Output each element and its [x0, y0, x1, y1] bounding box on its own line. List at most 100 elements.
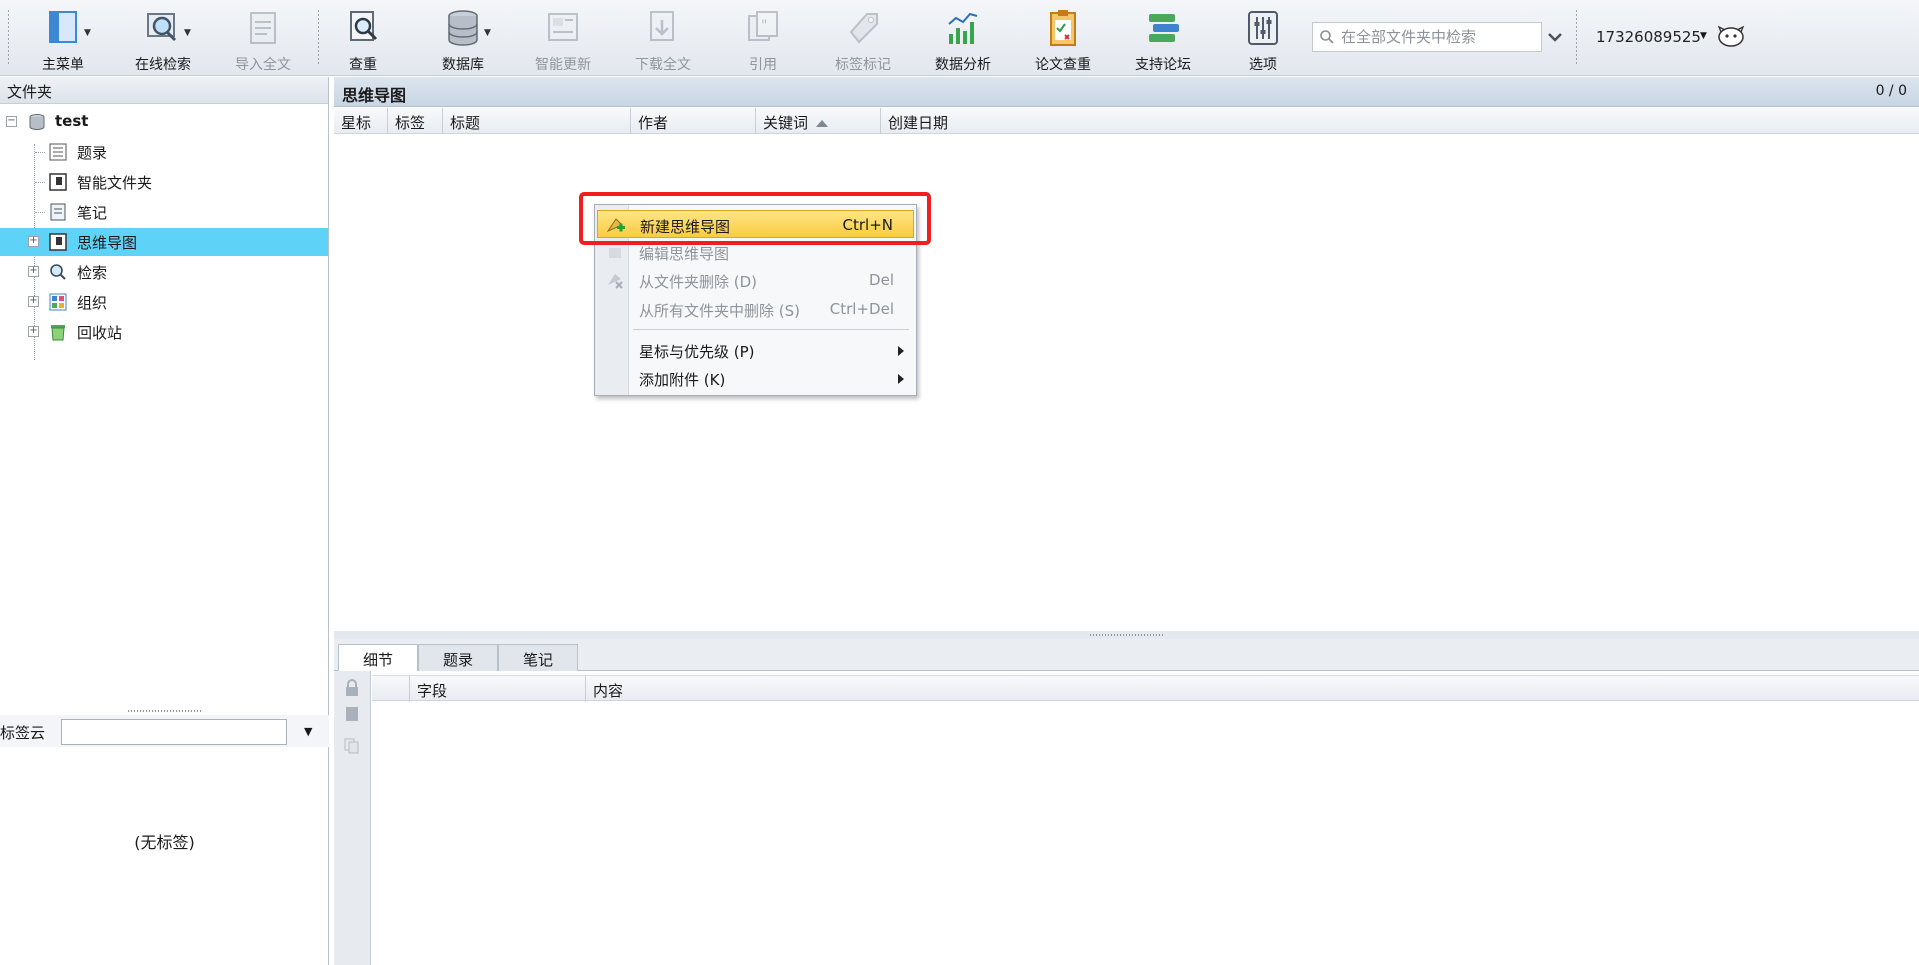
tree-item-recycle-bin[interactable]: + 回收站	[0, 318, 328, 346]
column-star[interactable]: 星标	[334, 108, 388, 134]
smart-update-button[interactable]: 智能更新	[518, 6, 608, 73]
submenu-arrow-icon	[898, 374, 904, 384]
support-forum-button[interactable]: 支持论坛	[1118, 6, 1208, 73]
support-forum-icon	[1149, 14, 1179, 42]
tab-notes[interactable]: 笔记	[498, 644, 578, 671]
chevron-down-icon[interactable]	[1542, 22, 1568, 52]
chevron-down-icon[interactable]: ▼	[304, 725, 312, 738]
tree-item-notes[interactable]: 笔记	[0, 198, 328, 226]
highlight-box	[579, 192, 931, 245]
column-tag[interactable]: 标签	[388, 108, 443, 134]
database-button[interactable]: ▼ 数据库	[418, 6, 508, 73]
book-icon[interactable]	[344, 705, 360, 723]
smart-update-label: 智能更新	[535, 57, 591, 73]
submenu-arrow-icon	[898, 346, 904, 356]
list-icon	[49, 143, 67, 161]
online-search-label: 在线检索	[135, 57, 191, 73]
record-list[interactable]	[334, 135, 1919, 631]
menu-item-label: 添加附件 (K)	[639, 371, 726, 389]
tree-item-search[interactable]: + 检索	[0, 258, 328, 286]
search-input[interactable]	[1341, 26, 1536, 48]
column-field[interactable]: 字段	[410, 676, 586, 702]
options-label: 选项	[1249, 57, 1277, 73]
main-splitter[interactable]	[334, 631, 1919, 639]
expand-icon[interactable]: +	[28, 296, 39, 307]
copy-icon[interactable]	[344, 737, 360, 755]
tree-item-label: 笔记	[77, 204, 108, 222]
tab-details[interactable]: 细节	[338, 644, 418, 672]
tab-records[interactable]: 题录	[418, 644, 498, 671]
cite-button[interactable]: " 引用	[718, 6, 808, 73]
tag-cloud-label: 标签云	[0, 724, 46, 742]
tree-item-label: 回收站	[77, 324, 123, 342]
menu-item-shortcut: Del	[869, 271, 894, 289]
tree-item-test[interactable]: − test	[0, 108, 328, 136]
svg-text:": "	[761, 18, 767, 34]
search-box[interactable]	[1312, 22, 1542, 52]
tab-label: 细节	[362, 651, 393, 669]
lock-icon[interactable]	[344, 679, 360, 697]
tree-item-label: 组织	[77, 294, 108, 312]
paper-check-label: 论文查重	[1035, 57, 1091, 73]
main-area: 思维导图 0 / 0 星标 标签 标题 作者 关键词 创建日期 细节 题录 笔记	[334, 77, 1919, 965]
menu-item-star-priority[interactable]: 星标与优先级 (P)	[597, 336, 914, 364]
expand-icon[interactable]: +	[28, 236, 39, 247]
tree-item-label: test	[55, 112, 89, 130]
tag-cloud-input[interactable]	[61, 719, 287, 745]
user-account[interactable]: 17326089525	[1596, 28, 1701, 46]
tree-item-mindmap[interactable]: + 思维导图	[0, 228, 328, 256]
notes-icon	[50, 203, 66, 221]
tag-mark-label: 标签标记	[835, 57, 891, 73]
tag-mark-icon	[849, 13, 878, 44]
import-fulltext-button[interactable]: 导入全文	[218, 6, 308, 73]
detail-sidebar	[334, 671, 371, 965]
chevron-down-icon: ▼	[484, 28, 491, 38]
collapse-icon[interactable]: −	[6, 116, 17, 127]
paper-check-button[interactable]: 论文查重	[1018, 6, 1108, 73]
chevron-down-icon[interactable]: ▼	[1700, 31, 1707, 41]
menu-item-remove-from-folder[interactable]: 从文件夹删除 (D) Del	[597, 266, 914, 294]
expand-icon[interactable]: +	[28, 266, 39, 277]
main-menu-button[interactable]: ▼ 主菜单	[18, 6, 108, 73]
database-label: 数据库	[442, 57, 484, 73]
column-author[interactable]: 作者	[631, 108, 756, 134]
menu-item-add-attachment[interactable]: 添加附件 (K)	[597, 364, 914, 392]
tab-label: 题录	[442, 651, 473, 669]
left-splitter[interactable]	[0, 708, 329, 714]
detail-tabs: 细节 题录 笔记	[334, 639, 1919, 672]
detail-grid[interactable]: 字段 内容	[372, 671, 1919, 965]
tree-item-organize[interactable]: + 组织	[0, 288, 328, 316]
tag-mark-button[interactable]: 标签标记	[818, 6, 908, 73]
menu-item-label: 星标与优先级 (P)	[639, 343, 755, 361]
tree-item-label: 题录	[77, 144, 108, 162]
column-title[interactable]: 标题	[443, 108, 631, 134]
expand-icon[interactable]: +	[28, 326, 39, 337]
tree-item-records[interactable]: 题录	[0, 138, 328, 166]
avatar-icon[interactable]	[1716, 22, 1746, 50]
tree-guide	[35, 152, 45, 153]
menu-separator	[633, 329, 909, 330]
online-search-button[interactable]: ▼ 在线检索	[118, 6, 208, 73]
tag-cloud-bar: 标签云 ▼	[0, 715, 329, 747]
column-content[interactable]: 内容	[586, 676, 1919, 702]
toolbar-separator	[1576, 10, 1577, 64]
duplicate-check-label: 查重	[349, 57, 377, 73]
folder-panel-header: 文件夹	[0, 77, 328, 104]
grip-icon	[1089, 634, 1164, 636]
menu-item-delete-everywhere[interactable]: 从所有文件夹中删除 (S) Ctrl+Del	[597, 295, 914, 323]
tree-item-smart-folder[interactable]: 智能文件夹	[0, 168, 328, 196]
main-header: 思维导图 0 / 0	[334, 77, 1919, 107]
column-created-date[interactable]: 创建日期	[881, 108, 1919, 134]
record-count: 0 / 0	[1875, 83, 1907, 99]
duplicate-check-button[interactable]: 查重	[318, 6, 408, 73]
data-analysis-button[interactable]: 数据分析	[918, 6, 1008, 73]
column-keywords[interactable]: 关键词	[756, 108, 881, 134]
options-button[interactable]: 选项	[1218, 6, 1308, 73]
data-analysis-icon	[948, 12, 978, 44]
download-fulltext-button[interactable]: 下载全文	[618, 6, 708, 73]
folder-tree: − test 题录 智能文件夹 笔记 + 思维导图 + 检索 + 组织 + 回收…	[0, 104, 328, 734]
menu-item-label: 从所有文件夹中删除 (S)	[639, 302, 800, 320]
column-label: 创建日期	[888, 114, 949, 132]
tree-item-label: 检索	[77, 264, 108, 282]
grip-icon	[127, 710, 202, 712]
